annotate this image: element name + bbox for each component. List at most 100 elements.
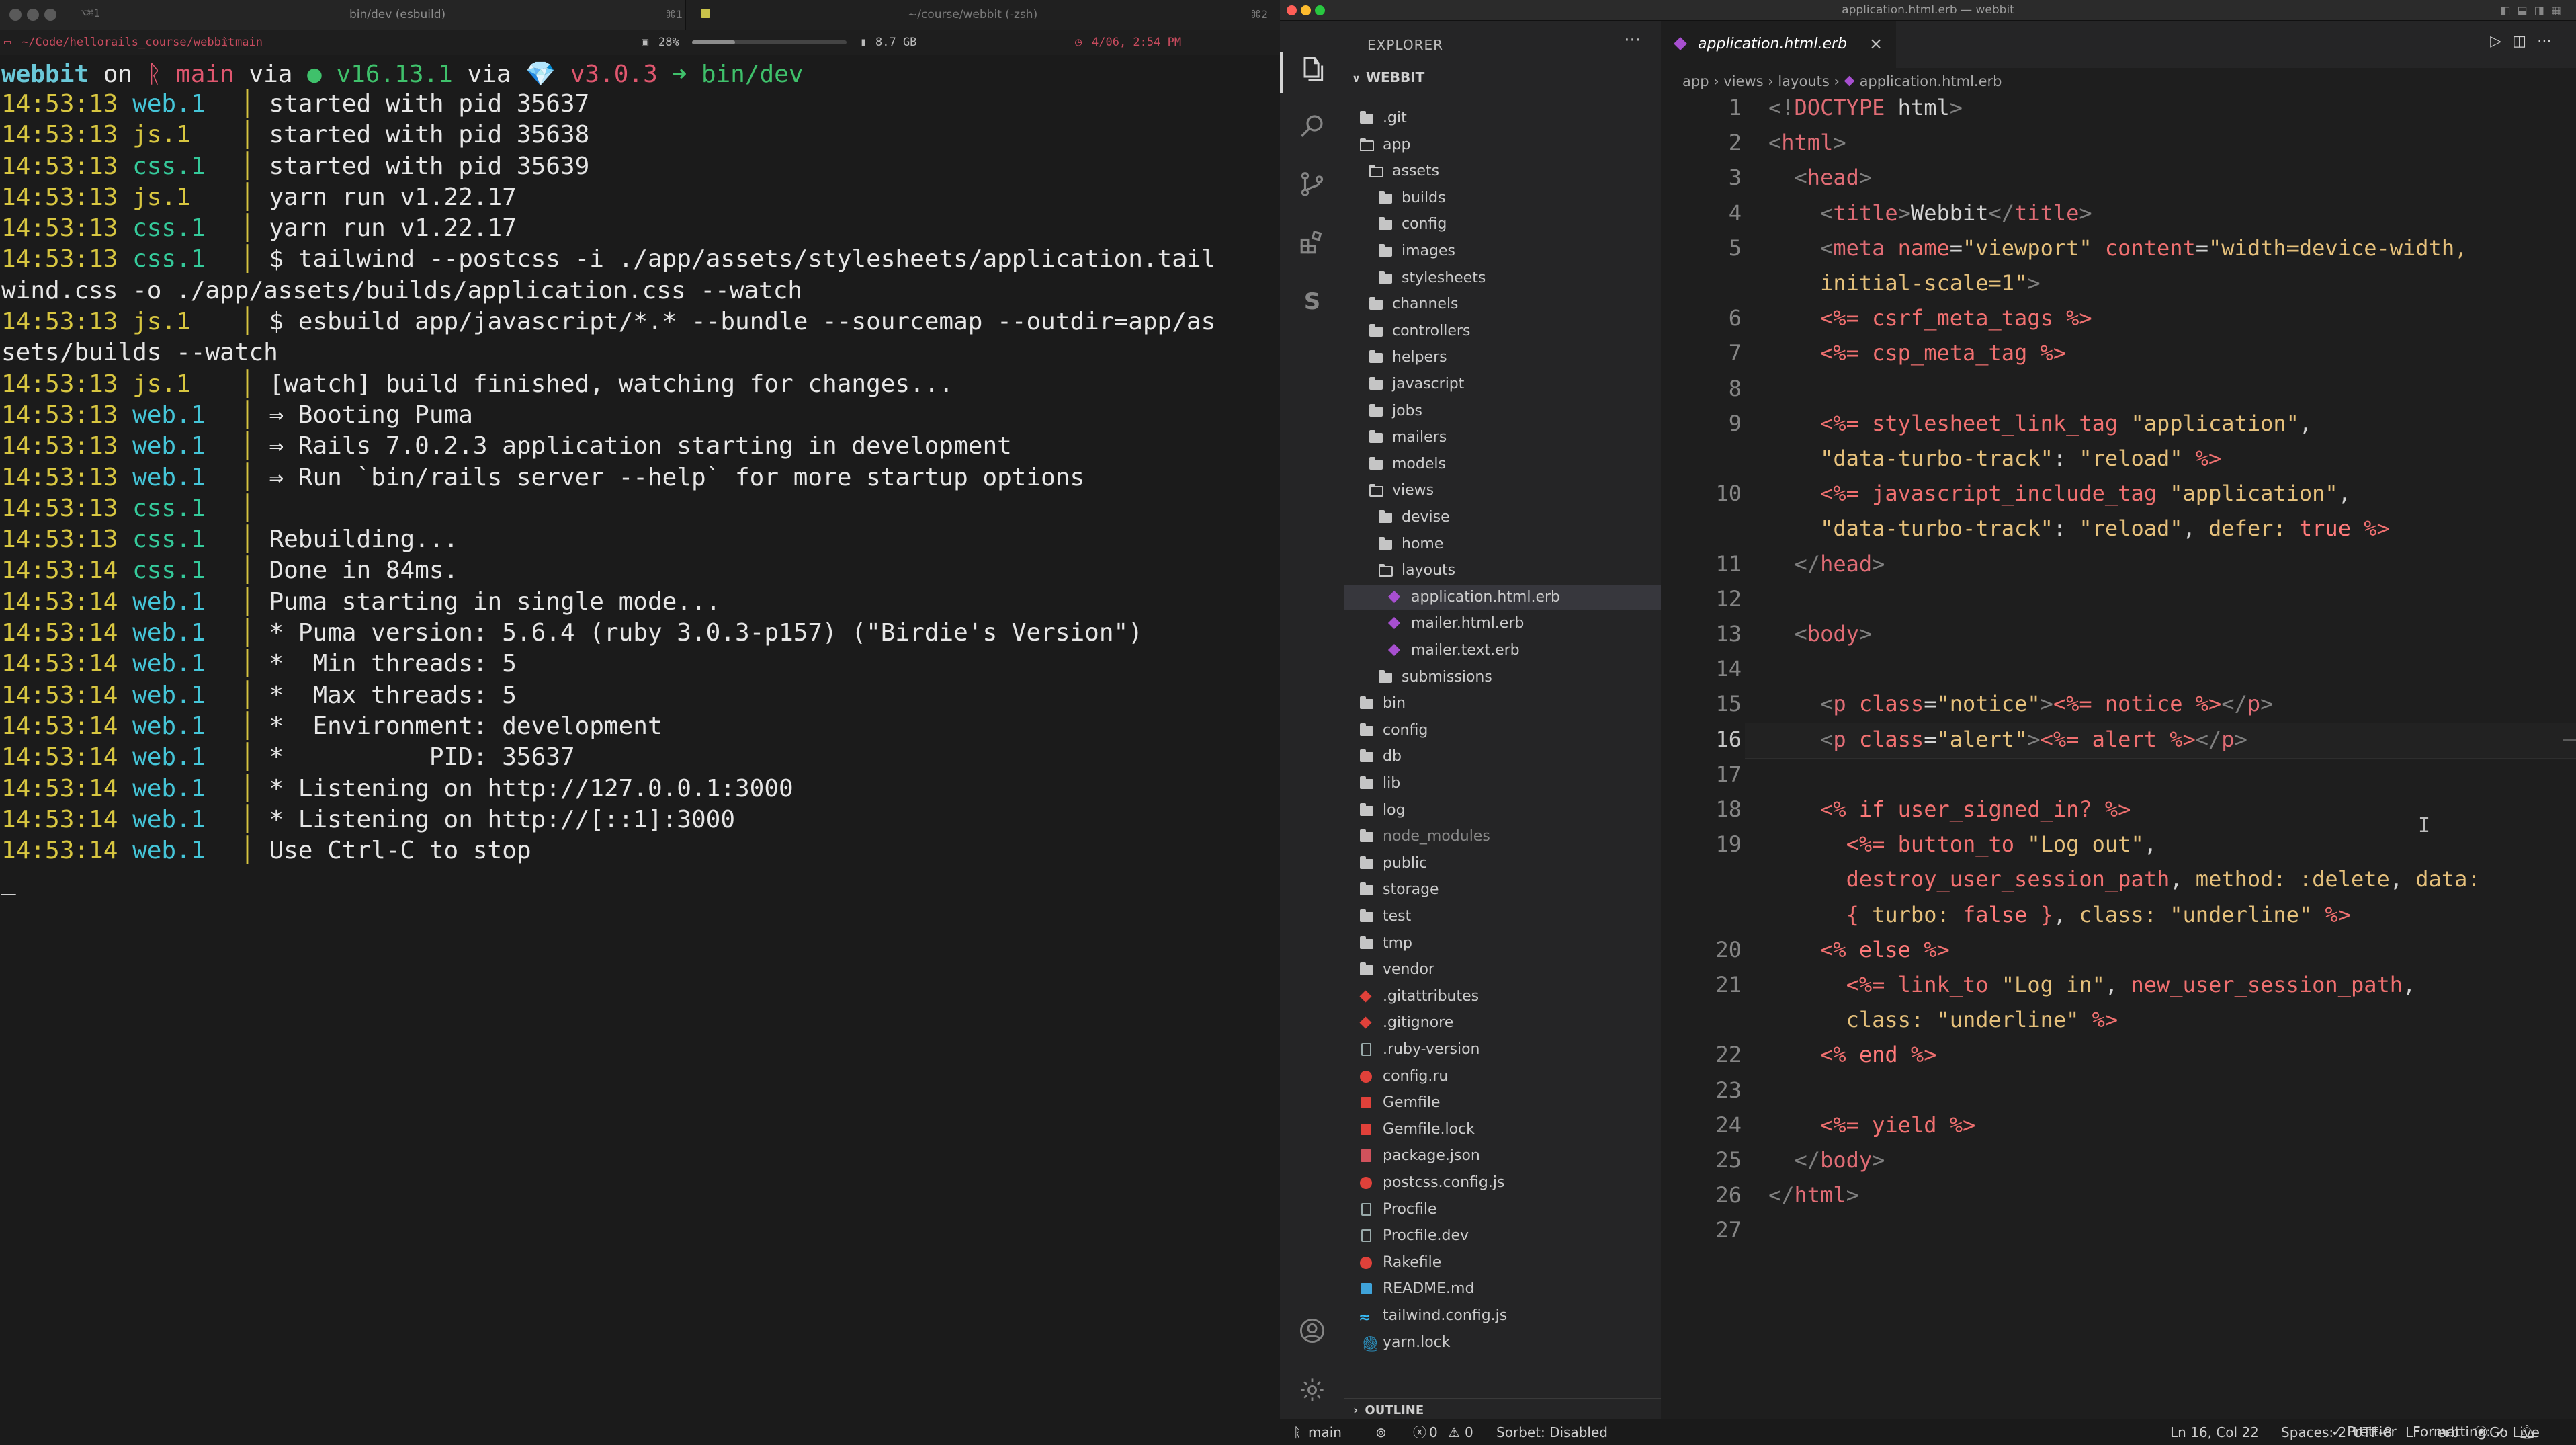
status-prettier[interactable]: Prettier: [2347, 1423, 2397, 1440]
tree-item-app[interactable]: app: [1344, 132, 1661, 158]
status-cursor-position[interactable]: Ln 16, Col 22: [2170, 1419, 2259, 1445]
tree-item-yarn-lock[interactable]: 🧶︎ yarn.lock: [1344, 1330, 1661, 1356]
code-line[interactable]: <%= yield %>: [1768, 1112, 1975, 1138]
gear-icon[interactable]: [1296, 1376, 1328, 1408]
tree-item-mailers[interactable]: mailers: [1344, 425, 1661, 450]
status-sorbet[interactable]: Sorbet: Disabled: [1496, 1419, 1608, 1445]
customize-layout-icon[interactable]: ▦: [2551, 4, 2568, 17]
tree-item-vendor[interactable]: vendor: [1344, 957, 1661, 983]
editor-tab-application-html-erb[interactable]: application.html.erb ×: [1661, 21, 1896, 69]
status-branch[interactable]: main: [1308, 1419, 1342, 1445]
tree-item-procfile-dev[interactable]: Procfile.dev: [1344, 1223, 1661, 1249]
toggle-secondary-sidebar-icon[interactable]: ◨: [2534, 4, 2551, 17]
tree-item-config-ru[interactable]: config.ru: [1344, 1064, 1661, 1089]
sync-icon[interactable]: ⊚: [1375, 1419, 1387, 1445]
terminal-tab-zsh[interactable]: ~/course/webbit (-zsh) ⌘2: [685, 0, 1280, 30]
tree-item-models[interactable]: models: [1344, 452, 1661, 477]
tree-item-gemfile[interactable]: Gemfile: [1344, 1090, 1661, 1116]
explorer-more-actions[interactable]: ···: [1624, 30, 1641, 50]
run-icon[interactable]: ▷: [2490, 33, 2512, 50]
toggle-sidebar-icon[interactable]: ◧: [2501, 4, 2518, 17]
tree-item-readme-md[interactable]: README.md: [1344, 1276, 1661, 1302]
code-line[interactable]: <%= csrf_meta_tags %>: [1768, 305, 2092, 331]
code-line[interactable]: <!DOCTYPE html>: [1768, 95, 1963, 120]
code-line[interactable]: <title>Webbit</title>: [1768, 200, 2092, 226]
code-line[interactable]: <%= javascript_include_tag "application"…: [1768, 481, 2351, 506]
code-line[interactable]: { turbo: false }, class: "underline" %>: [1768, 902, 2351, 927]
tree-item-jobs[interactable]: jobs: [1344, 399, 1661, 424]
breadcrumb-item[interactable]: layouts: [1778, 73, 1829, 89]
close-window-button[interactable]: [9, 9, 22, 21]
code-line[interactable]: <%= button_to "Log out",: [1768, 831, 2157, 857]
code-line[interactable]: "data-turbo-track": "reload" %>: [1768, 446, 2221, 471]
tree-item-gitattributes[interactable]: .gitattributes: [1344, 984, 1661, 1009]
tree-item-procfile[interactable]: Procfile: [1344, 1197, 1661, 1223]
tree-item-config[interactable]: config: [1344, 718, 1661, 743]
tree-item-builds[interactable]: builds: [1344, 185, 1661, 211]
tree-item-postcss-config-js[interactable]: postcss.config.js: [1344, 1170, 1661, 1196]
maximize-window-button[interactable]: [44, 9, 56, 21]
code-line[interactable]: <html>: [1768, 130, 1846, 155]
status-formatting[interactable]: Formatting: ✓: [2413, 1423, 2506, 1440]
tree-item-layouts[interactable]: layouts: [1344, 558, 1661, 583]
notifications-icon[interactable]: 🔔︎: [2519, 1423, 2536, 1440]
code-line[interactable]: <%= link_to "Log in", new_user_session_p…: [1768, 972, 2416, 997]
tree-item-home[interactable]: home: [1344, 532, 1661, 557]
tree-item-controllers[interactable]: controllers: [1344, 319, 1661, 344]
code-line[interactable]: <% else %>: [1768, 937, 1950, 962]
tree-item-images[interactable]: images: [1344, 239, 1661, 264]
code-line[interactable]: initial-scale=1">: [1768, 270, 2041, 296]
search-icon[interactable]: [1296, 112, 1328, 144]
tree-item-assets[interactable]: assets: [1344, 159, 1661, 184]
code-line[interactable]: <p class="alert"><%= alert %></p>: [1768, 727, 2247, 752]
tree-item-devise[interactable]: devise: [1344, 505, 1661, 530]
tree-item-helpers[interactable]: helpers: [1344, 345, 1661, 370]
tree-item-gitignore[interactable]: .gitignore: [1344, 1010, 1661, 1036]
close-icon[interactable]: ×: [1869, 34, 1883, 53]
code-line[interactable]: destroy_user_session_path, method: :dele…: [1768, 866, 2481, 892]
tree-item-ruby-version[interactable]: .ruby-version: [1344, 1037, 1661, 1063]
split-editor-icon[interactable]: ◫: [2512, 33, 2537, 50]
breadcrumb-item[interactable]: application.html.erb: [1860, 73, 2002, 89]
tree-item-tmp[interactable]: tmp: [1344, 931, 1661, 956]
workspace-root[interactable]: ∨ WEBBIT: [1352, 69, 1424, 85]
extensions-icon[interactable]: [1296, 228, 1328, 260]
code-line[interactable]: <%= stylesheet_link_tag "application",: [1768, 411, 2312, 436]
tree-item-javascript[interactable]: javascript: [1344, 372, 1661, 397]
tree-item-config[interactable]: config: [1344, 212, 1661, 237]
tree-item-test[interactable]: test: [1344, 904, 1661, 930]
code-line[interactable]: </html>: [1768, 1182, 1859, 1208]
code-line[interactable]: <% if user_signed_in? %>: [1768, 796, 2131, 822]
tree-item-mailer-html-erb[interactable]: mailer.html.erb: [1344, 611, 1661, 636]
tree-item-git[interactable]: .git: [1344, 106, 1661, 131]
tree-item-tailwind-config-js[interactable]: ≈ tailwind.config.js: [1344, 1303, 1661, 1329]
tree-item-views[interactable]: views: [1344, 478, 1661, 503]
minimize-window-button[interactable]: [27, 9, 39, 21]
tree-item-node-modules[interactable]: node_modules: [1344, 824, 1661, 850]
code-line[interactable]: class: "underline" %>: [1768, 1007, 2118, 1032]
code-line[interactable]: <% end %>: [1768, 1042, 1936, 1067]
layout-controls[interactable]: ◧⬓◨▦: [2501, 4, 2569, 17]
code-line[interactable]: <body>: [1768, 621, 1873, 647]
tree-item-bin[interactable]: bin: [1344, 691, 1661, 716]
tree-item-stylesheets[interactable]: stylesheets: [1344, 265, 1661, 291]
more-actions-icon[interactable]: ⋯: [2537, 33, 2563, 50]
code-line[interactable]: </head>: [1768, 551, 1885, 577]
tree-item-channels[interactable]: channels: [1344, 292, 1661, 317]
code-line[interactable]: <meta name="viewport" content="width=dev…: [1768, 235, 2467, 261]
code-line[interactable]: </body>: [1768, 1147, 1885, 1173]
terminal-tab-bin-dev[interactable]: bin/dev (esbuild): [349, 0, 445, 30]
accounts-icon[interactable]: [1296, 1317, 1328, 1349]
explorer-icon[interactable]: [1296, 54, 1328, 87]
tree-item-rakefile[interactable]: Rakefile: [1344, 1250, 1661, 1276]
tree-item-lib[interactable]: lib: [1344, 771, 1661, 796]
terminal-window[interactable]: ⌥⌘1 bin/dev (esbuild) ⌘1 ~/course/webbit…: [0, 0, 1280, 1445]
status-errors[interactable]: 0: [1429, 1419, 1438, 1445]
tree-item-log[interactable]: log: [1344, 798, 1661, 823]
breadcrumb-item[interactable]: views: [1723, 73, 1763, 89]
tree-item-storage[interactable]: storage: [1344, 877, 1661, 903]
status-warnings[interactable]: 0: [1465, 1419, 1473, 1445]
tree-item-db[interactable]: db: [1344, 744, 1661, 770]
breadcrumb-item[interactable]: app: [1682, 73, 1709, 89]
sorbet-icon[interactable]: S: [1296, 286, 1328, 318]
